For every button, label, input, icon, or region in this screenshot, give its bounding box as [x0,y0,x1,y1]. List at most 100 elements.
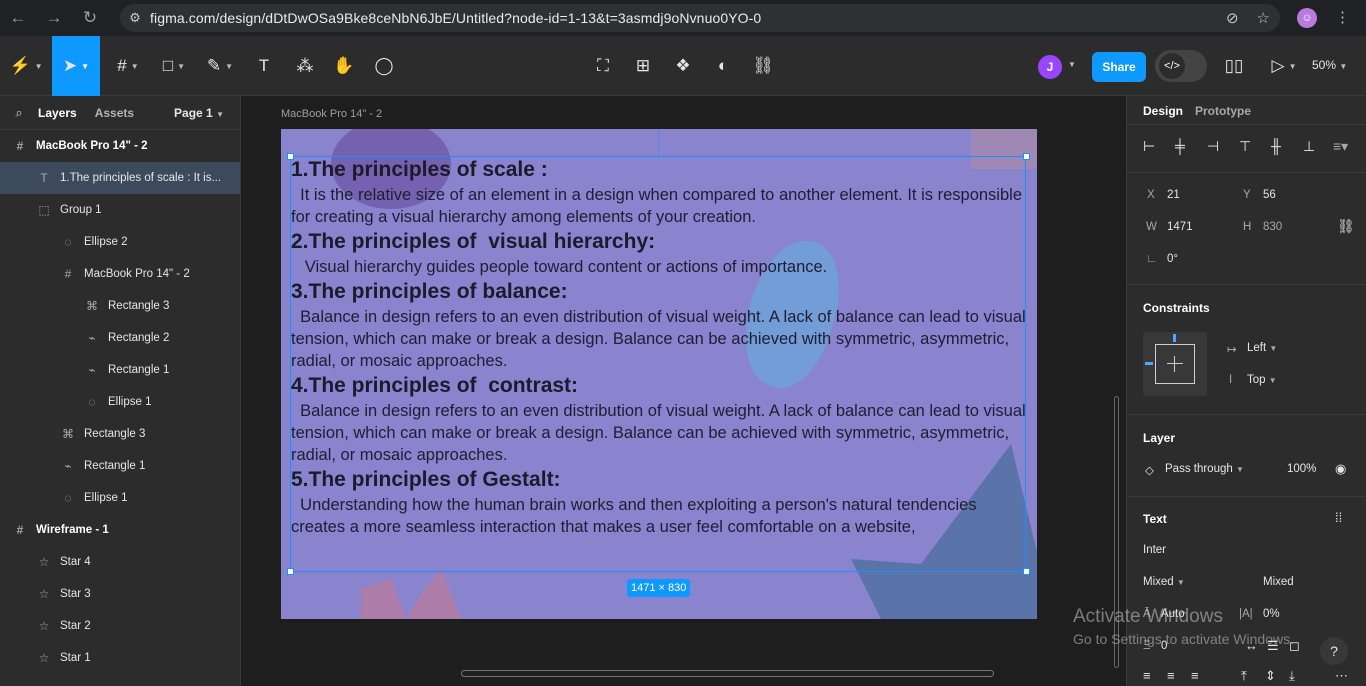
layer-item[interactable]: ⌁ Rectangle 1 [0,354,240,386]
frame-macbook-pro[interactable]: 1.The principles of scale : It is the re… [281,129,1037,619]
component-icon[interactable]: ❖ [670,36,696,96]
blend-mode-select[interactable]: Pass through ▼ [1165,463,1244,475]
layer-type-icon: ⌘ [86,299,98,313]
page-selector[interactable]: Page 1 ▼ [174,106,224,120]
layer-item[interactable]: # Wireframe - 1 [0,514,240,546]
w-input[interactable]: 1471 [1167,221,1193,233]
reload-icon[interactable]: ↻ [72,0,108,36]
rotation-input[interactable]: 0° [1167,253,1178,265]
design-tabs [1127,96,1143,124]
forward-icon[interactable]: → [36,0,72,36]
canvas[interactable]: MacBook Pro 14" - 2 1.The principles of … [241,96,1126,686]
align-top-icon[interactable]: ⊤ [1239,138,1251,155]
y-input[interactable]: 56 [1263,189,1276,201]
mask-icon[interactable]: ◐ [710,36,736,96]
layer-item[interactable]: ⌁ Rectangle 2 [0,322,240,354]
layer-item[interactable]: ⌘ Rectangle 3 [0,290,240,322]
text-align-center-icon[interactable]: ≡ [1167,668,1175,683]
layer-item[interactable]: T 1.The principles of scale : It is... [0,162,240,194]
move-tool-icon[interactable]: ➤ ▼ [52,36,100,96]
constrain-proportions-icon[interactable]: ⛓ [1337,218,1355,235]
resize-handle-br[interactable] [1023,568,1030,575]
chevron-down-icon[interactable]: ▼ [1068,60,1076,69]
comment-tool-icon[interactable]: ◯ [370,36,398,96]
h-input[interactable]: 830 [1263,221,1282,233]
layer-item[interactable]: ☆ Star 1 [0,642,240,674]
link-icon[interactable]: ⛓ [750,36,776,96]
browser-profile-avatar[interactable]: ☺ [1297,8,1317,28]
layer-item[interactable]: ☆ Star 2 [0,610,240,642]
align-top-text-icon[interactable]: ⤒ [1241,668,1247,684]
x-input[interactable]: 21 [1167,189,1180,201]
align-center-v-icon[interactable]: ╫ [1271,138,1281,154]
main-menu-icon[interactable]: ⚡ ▼ [4,36,48,96]
align-right-icon[interactable]: ⊣ [1207,138,1219,155]
text-tool-icon[interactable]: T [250,36,278,96]
user-avatar[interactable]: J [1038,55,1062,79]
layer-item[interactable]: # MacBook Pro 14" - 2 [0,130,240,162]
shape-tool-icon[interactable]: □ ▼ [154,36,194,96]
align-left-icon[interactable]: ⊢ [1143,138,1155,155]
share-button[interactable]: Share [1092,52,1146,82]
crop-icon[interactable]: ⛶ [590,36,616,96]
resize-handle-bl[interactable] [287,568,294,575]
actions-icon[interactable]: ⁂ [290,36,320,96]
constraint-left-marker[interactable] [1145,362,1153,365]
layer-item[interactable]: ⌘ Rectangle 3 [0,418,240,450]
layer-item[interactable]: ☆ Star 3 [0,578,240,610]
frame-tool-icon[interactable]: # ▼ [108,36,148,96]
text-align-right-icon[interactable]: ≡ [1191,668,1199,683]
eye-icon[interactable]: ◉ [1335,461,1346,477]
tab-assets[interactable]: Assets [95,106,134,120]
align-bottom-text-icon[interactable]: ⤓ [1289,668,1295,684]
text-align-left-icon[interactable]: ≡ [1143,668,1151,683]
back-icon[interactable]: ← [0,0,36,36]
library-icon[interactable]: ▯▯ [1220,36,1248,96]
distribute-icon[interactable]: ≡▾ [1333,138,1348,155]
grid-icon[interactable]: ⊞ [630,36,656,96]
frame-label[interactable]: MacBook Pro 14" - 2 [281,108,382,120]
tab-prototype[interactable]: Prototype [1195,104,1251,118]
layer-item[interactable]: ⬚ Group 1 [0,194,240,226]
layer-label: Group 1 [60,204,102,216]
dev-mode-toggle[interactable]: </> [1155,50,1207,82]
help-button[interactable]: ? [1320,637,1348,665]
layer-type-icon: ☆ [38,587,50,601]
layer-item[interactable]: # MacBook Pro 14" - 2 [0,258,240,290]
align-middle-text-icon[interactable]: ⇕ [1265,668,1276,684]
tab-design[interactable]: Design [1143,104,1183,118]
layer-item[interactable]: ⌁ Rectangle 1 [0,450,240,482]
tab-layers[interactable]: Layers [38,106,77,120]
horizontal-scrollbar[interactable] [461,670,994,677]
menu-dots-icon[interactable]: ⋮ [1335,8,1350,26]
principles-text[interactable]: 1.The principles of scale : It is the re… [291,156,1031,538]
layer-type-icon: ☆ [38,619,50,633]
zoom-level[interactable]: 50% ▼ [1312,58,1347,72]
layer-item[interactable]: ◌ Ellipse 1 [0,386,240,418]
layer-item[interactable]: ◌ Ellipse 2 [0,226,240,258]
font-family-select[interactable]: Inter [1143,544,1166,556]
constraint-widget[interactable] [1143,332,1207,396]
constraint-vertical-select[interactable]: Top ▼ [1247,374,1277,386]
present-icon[interactable]: ▷ ▼ [1264,36,1304,96]
site-info-icon[interactable]: ⚙ [120,10,150,26]
bookmark-star-icon[interactable]: ☆ [1257,9,1270,27]
search-icon[interactable]: ⌕ [0,105,38,121]
blend-mode-icon: ◇ [1145,465,1154,477]
opacity-input[interactable]: 100% [1287,463,1316,475]
constraint-horizontal-select[interactable]: Left ▼ [1247,342,1277,354]
address-bar[interactable]: ⚙ figma.com/design/dDtDwOSa9Bke8ceNbN6Jb… [120,4,1280,32]
align-center-h-icon[interactable]: ╪ [1175,138,1185,154]
constraint-top-marker[interactable] [1173,334,1176,342]
align-bottom-icon[interactable]: ⊥ [1303,138,1315,155]
layer-item[interactable]: ◌ Ellipse 1 [0,482,240,514]
more-options-icon[interactable]: ⋯ [1335,668,1348,684]
layer-item[interactable]: ☆ Star 4 [0,546,240,578]
no-tracking-icon[interactable]: ⊘ [1226,9,1239,27]
text-style-grid-icon[interactable]: ⁞⁞ [1335,510,1342,525]
font-size-input[interactable]: Mixed [1263,576,1294,588]
star-shape[interactable] [361,569,471,619]
url-text[interactable]: figma.com/design/dDtDwOSa9Bke8ceNbN6JbE/… [150,10,761,26]
hand-tool-icon[interactable]: ✋ [330,36,358,96]
pen-tool-icon[interactable]: ✎ ▼ [200,36,240,96]
